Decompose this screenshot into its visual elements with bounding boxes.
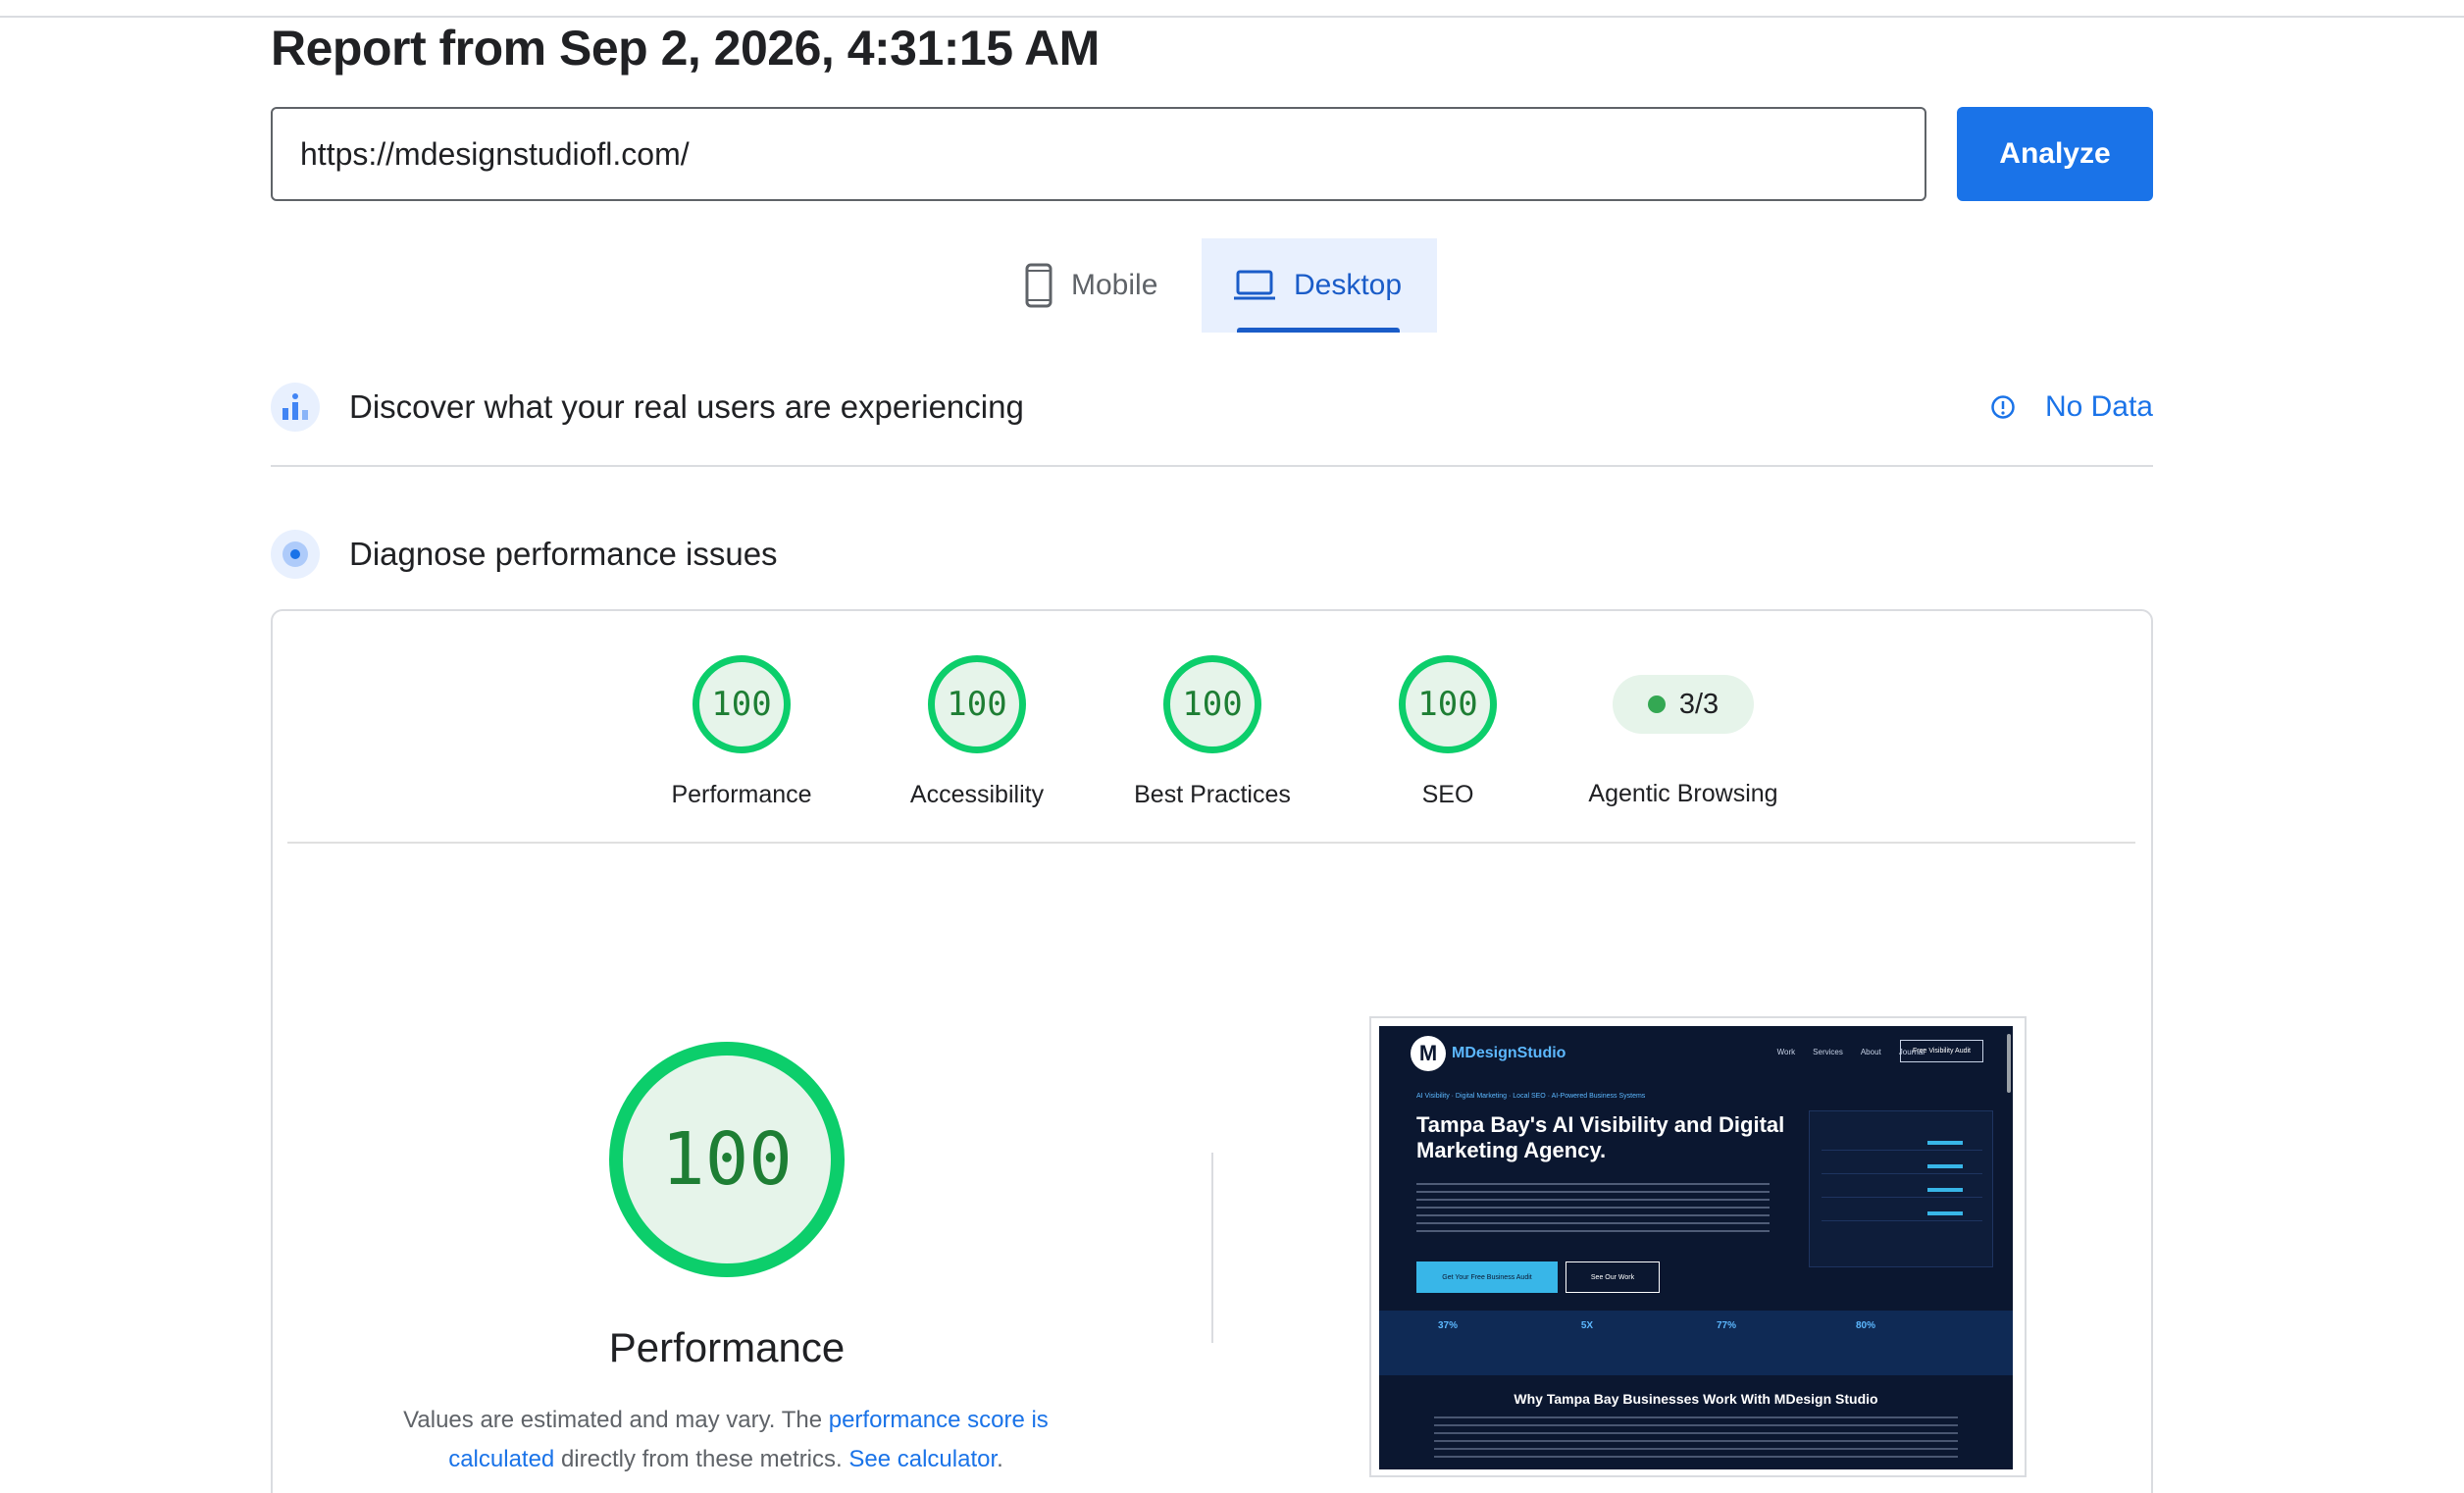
field-data-title: Discover what your real users are experi… [349,388,1024,425]
no-data-label: No Data [2044,390,2153,423]
gauge-performance[interactable]: 100 Performance [624,655,859,809]
no-data-status[interactable]: No Data [1990,390,2153,424]
screenshot-nav-cta: Free Visibility Audit [1899,1040,1983,1062]
final-screenshot: M MDesignStudio Work Services About Jour… [1369,1016,2027,1477]
gauges-divider [287,842,2135,844]
screenshot-cta-primary: Get Your Free Business Audit [1416,1261,1558,1293]
top-divider [0,16,2464,18]
screenshot-nav: M MDesignStudio Work Services About Jour… [1379,1026,2013,1081]
field-data-section: Discover what your real users are experi… [271,383,2153,432]
info-icon [1991,395,2015,419]
nav-link: About [1860,1048,1881,1056]
score-ring: 100 [1163,655,1261,753]
brand-logo-icon: M [1411,1036,1446,1071]
note-text: Values are estimated and may vary. The [403,1407,829,1433]
laptop-icon [1234,270,1275,300]
agentic-value: 3/3 [1678,688,1720,720]
gauge-agentic-browsing[interactable]: 3/3 Agentic Browsing [1566,655,1801,808]
screenshot-stats: 37% 5X 77% 80% [1379,1311,2013,1375]
performance-big-gauge: 100 [609,1042,845,1277]
performance-title: Performance [608,1324,846,1370]
phone-icon [1025,263,1052,308]
score-ring: 100 [693,655,791,753]
score-ring: 100 [928,655,1026,753]
gauge-label: Best Practices [1134,781,1291,808]
screenshot-cta-secondary: See Our Work [1566,1261,1660,1293]
tab-mobile-label: Mobile [1071,269,1158,301]
screenshot-paragraph [1434,1416,1958,1460]
nav-link: Services [1813,1048,1843,1056]
stat: 80% [1855,1320,1875,1331]
card-row [1822,1188,1982,1198]
screenshot-ai-card [1809,1110,1993,1267]
note-text: . [997,1446,1003,1472]
gauge-accessibility[interactable]: 100 Accessibility [859,655,1095,809]
performance-note: Values are estimated and may vary. The p… [363,1401,1089,1479]
screenshot-paragraph [1416,1183,1770,1232]
diagnose-icon [271,530,320,579]
lab-data-section: Diagnose performance issues [271,530,2153,579]
tab-desktop-label: Desktop [1294,269,1403,301]
screenshot-eyebrow: AI Visibility · Digital Marketing · Loca… [1416,1093,1646,1100]
card-row [1822,1164,1982,1174]
section-divider [271,465,2153,467]
score-ring: 100 [1399,655,1497,753]
agentic-pill: 3/3 [1613,675,1754,734]
users-chart-icon [271,383,320,432]
card-row [1822,1141,1982,1151]
report-title: Report from Sep 2, 2026, 4:31:15 AM [271,21,1100,76]
card-row [1822,1211,1982,1221]
gauge-label: Agentic Browsing [1588,780,1778,807]
see-calculator-link[interactable]: See calculator [848,1446,997,1472]
lab-data-title: Diagnose performance issues [349,536,778,572]
gauge-label: Performance [671,781,812,808]
active-tab-indicator [1237,328,1400,333]
stat: 5X [1580,1320,1594,1331]
note-text: directly from these metrics. [554,1446,849,1472]
gauge-label: Accessibility [909,781,1045,808]
screenshot-brand: MDesignStudio [1452,1045,1566,1061]
nav-link: Work [1776,1048,1796,1056]
screenshot-section-title: Why Tampa Bay Businesses Work With MDesi… [1514,1391,1878,1407]
pass-dot-icon [1647,695,1666,713]
analyze-button[interactable]: Analyze [1957,107,2153,201]
url-input[interactable] [271,107,1926,201]
gauge-best-practices[interactable]: 100 Best Practices [1095,655,1330,809]
tab-mobile[interactable]: Mobile [1008,238,1201,333]
page-screenshot: M MDesignStudio Work Services About Jour… [1379,1026,2013,1469]
gauge-seo[interactable]: 100 SEO [1330,655,1566,809]
stat: 77% [1716,1320,1736,1331]
screenshot-headline: Tampa Bay's AI Visibility and Digital Ma… [1416,1112,1785,1162]
tab-desktop[interactable]: Desktop [1202,238,1437,333]
gauge-label: SEO [1421,781,1474,808]
vertical-divider [1211,1153,1213,1343]
screenshot-scrollbar [2007,1034,2011,1093]
stat: 37% [1437,1320,1458,1331]
